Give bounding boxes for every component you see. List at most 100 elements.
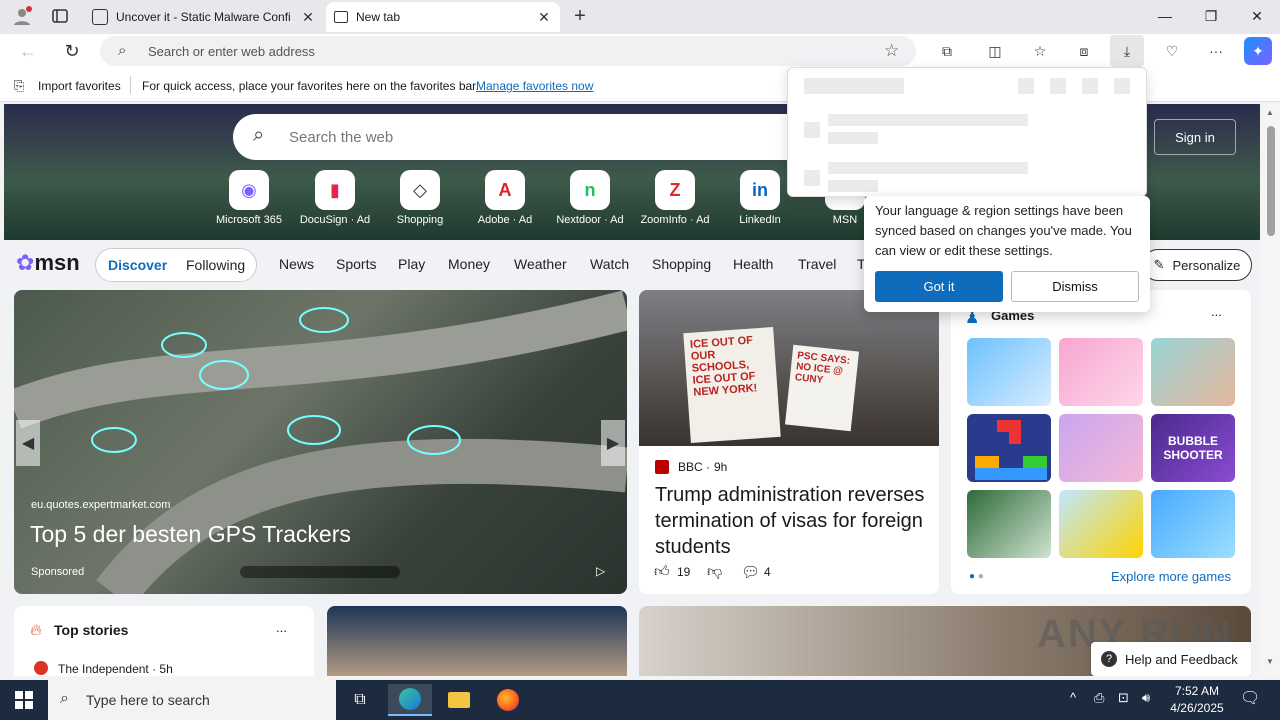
- refresh-icon[interactable]: ↻: [58, 37, 86, 65]
- game-tile[interactable]: [1151, 338, 1235, 406]
- network-icon[interactable]: ⊡: [1118, 690, 1129, 706]
- quick-link[interactable]: ▮ DocuSign · Ad: [290, 170, 380, 226]
- help-label: Help and Feedback: [1125, 651, 1238, 667]
- portrait-card[interactable]: [327, 606, 627, 676]
- downloads-icon[interactable]: ⤓: [1110, 35, 1144, 67]
- web-search-box[interactable]: ⌕ Search the web: [233, 114, 833, 160]
- quick-link-icon: ◉: [229, 170, 269, 210]
- game-tile[interactable]: [1151, 490, 1235, 558]
- tab-following[interactable]: Following: [186, 257, 245, 273]
- page-scrollbar[interactable]: ▲ ▼: [1262, 104, 1280, 676]
- manage-favorites-link[interactable]: Manage favorites now: [476, 79, 593, 93]
- news-headline[interactable]: Trump administration reverses terminatio…: [655, 482, 927, 560]
- minimize-button[interactable]: —: [1142, 0, 1188, 32]
- favorite-star-icon[interactable]: ☆: [884, 41, 899, 61]
- more-options-icon[interactable]: ...: [276, 620, 287, 635]
- game-tile[interactable]: [1059, 338, 1143, 406]
- nav-weather[interactable]: Weather: [514, 256, 567, 272]
- extensions-icon[interactable]: ⧉: [933, 37, 961, 65]
- sponsored-card[interactable]: ◀ ▶ eu.quotes.expertmarket.com Top 5 der…: [14, 290, 627, 594]
- tab-discover[interactable]: Discover: [108, 257, 167, 273]
- tab-uncover-it[interactable]: Uncover it - Static Malware Confi ✕: [84, 2, 324, 32]
- file-explorer-icon[interactable]: [437, 684, 481, 716]
- nav-travel[interactable]: Travel: [798, 256, 836, 272]
- restore-button[interactable]: ❐: [1188, 0, 1234, 32]
- collections-icon[interactable]: ⧈: [1070, 37, 1098, 65]
- quick-link[interactable]: A Adobe · Ad: [460, 170, 550, 226]
- nav-watch[interactable]: Watch: [590, 256, 629, 272]
- nav-health[interactable]: Health: [733, 256, 773, 272]
- game-tile[interactable]: [1059, 490, 1143, 558]
- new-tab-plus-icon[interactable]: +: [566, 2, 594, 30]
- scroll-up-icon[interactable]: ▲: [1266, 108, 1274, 117]
- clock-time[interactable]: 7:52 AM: [1172, 684, 1222, 698]
- game-tile[interactable]: [967, 490, 1051, 558]
- task-view-icon[interactable]: ⧉: [338, 684, 382, 716]
- notifications-icon[interactable]: 🗨︎: [1240, 688, 1260, 708]
- story-source: The Independent · 5h: [58, 662, 173, 676]
- taskbar-search[interactable]: ⌕ Type here to search: [48, 680, 336, 720]
- protest-sign: PSC SAYS: NO ICE @ CUNY: [784, 344, 860, 432]
- msn-logo[interactable]: ✿msn: [16, 250, 80, 276]
- image-card[interactable]: ANY RUN ? Help and Feedback: [639, 606, 1251, 676]
- edge-taskbar-icon[interactable]: [388, 684, 432, 716]
- settings-menu-icon[interactable]: ···: [1202, 37, 1230, 65]
- carousel-dots[interactable]: [240, 566, 400, 578]
- quick-link-label: Shopping: [396, 214, 444, 226]
- explore-more-games-link[interactable]: Explore more games: [1111, 569, 1231, 584]
- browser-essentials-icon[interactable]: ♡: [1158, 37, 1186, 65]
- thumbs-up-icon[interactable]: 👍︎: [654, 563, 670, 581]
- close-tab-icon[interactable]: ✕: [536, 9, 552, 26]
- got-it-button[interactable]: Got it: [875, 271, 1003, 302]
- pager-dots[interactable]: ● ●: [969, 571, 984, 582]
- language-region-popup: Your language & region settings have bee…: [864, 196, 1150, 312]
- nav-shopping[interactable]: Shopping: [652, 256, 711, 272]
- import-favorites-button[interactable]: Import favorites: [38, 79, 121, 93]
- tab-actions-icon[interactable]: [46, 2, 74, 30]
- game-tile[interactable]: [1059, 414, 1143, 482]
- game-tile[interactable]: [967, 414, 1051, 482]
- scrollbar-thumb[interactable]: [1267, 126, 1275, 236]
- sign-in-button[interactable]: Sign in: [1154, 119, 1236, 155]
- close-tab-icon[interactable]: ✕: [300, 9, 316, 26]
- carousel-next-button[interactable]: ▶: [601, 420, 625, 466]
- clock-date[interactable]: 4/26/2025: [1166, 701, 1228, 715]
- nav-sports[interactable]: Sports: [336, 256, 376, 272]
- msn-butterfly-icon: ✿: [16, 250, 35, 275]
- news-card[interactable]: ICE OUT OF OUR SCHOOLS, ICE OUT OF NEW Y…: [639, 290, 939, 594]
- windows-start-icon[interactable]: [2, 684, 46, 716]
- game-tile[interactable]: BUBBLE SHOOTER: [1151, 414, 1235, 482]
- personalize-button[interactable]: ✎ Personalize: [1142, 249, 1252, 281]
- tab-new-tab[interactable]: New tab ✕: [326, 2, 560, 32]
- nav-money[interactable]: Money: [448, 256, 490, 272]
- ad-choices-icon[interactable]: ▷: [596, 564, 605, 578]
- close-window-button[interactable]: ✕: [1234, 0, 1280, 32]
- show-hidden-icons-icon[interactable]: ^: [1070, 690, 1076, 705]
- dismiss-button[interactable]: Dismiss: [1011, 271, 1139, 302]
- firefox-icon[interactable]: [486, 684, 530, 716]
- volume-icon[interactable]: 🔊︎: [1142, 690, 1150, 706]
- profile-icon[interactable]: [8, 2, 36, 30]
- nav-play[interactable]: Play: [398, 256, 425, 272]
- address-bar[interactable]: ⌕ Search or enter web address ☆: [100, 36, 916, 66]
- quick-link[interactable]: Z ZoomInfo · Ad: [630, 170, 720, 226]
- quick-link[interactable]: n Nextdoor · Ad: [545, 170, 635, 226]
- carousel-prev-button[interactable]: ◀: [16, 420, 40, 466]
- quick-link[interactable]: ◇ Shopping: [375, 170, 465, 226]
- quick-link[interactable]: ◉ Microsoft 365: [204, 170, 294, 226]
- scroll-down-icon[interactable]: ▼: [1266, 657, 1274, 666]
- more-options-icon[interactable]: ...: [1211, 304, 1222, 319]
- card-headline[interactable]: Top 5 der besten GPS Trackers: [30, 521, 351, 548]
- comment-icon[interactable]: 💬︎: [741, 563, 760, 581]
- help-feedback-button[interactable]: ? Help and Feedback: [1091, 642, 1251, 676]
- back-icon[interactable]: ←: [14, 37, 42, 65]
- favorites-icon[interactable]: ☆: [1026, 37, 1054, 65]
- copilot-icon[interactable]: ✦: [1244, 37, 1272, 65]
- nav-news[interactable]: News: [279, 256, 314, 272]
- downloads-flyout: [787, 67, 1147, 197]
- usb-device-icon[interactable]: ⎙: [1094, 690, 1104, 706]
- thumbs-down-icon[interactable]: 👎︎: [707, 563, 722, 581]
- split-screen-icon[interactable]: ◫: [981, 37, 1009, 65]
- game-tile[interactable]: [967, 338, 1051, 406]
- quick-link-label: Adobe · Ad: [477, 214, 533, 226]
